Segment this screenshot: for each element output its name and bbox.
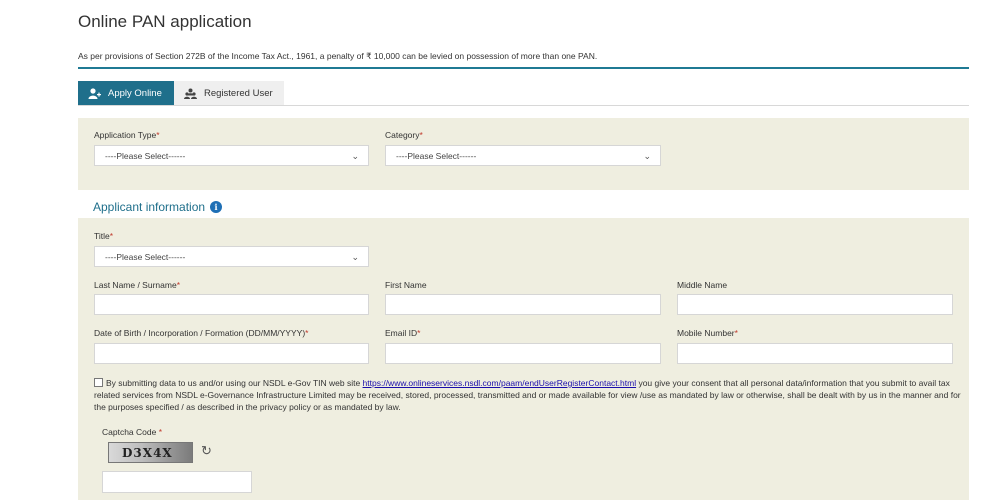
chevron-down-icon: ⌄ <box>351 151 359 161</box>
category-select[interactable]: ----Please Select------ ⌄ <box>385 145 661 166</box>
tab-registered-user[interactable]: Registered User <box>174 81 284 106</box>
application-type-label: Application Type* <box>94 130 160 140</box>
first-name-field[interactable] <box>385 294 661 315</box>
applicant-info-title: Applicant information i <box>93 200 223 214</box>
title-label: Title* <box>94 231 114 241</box>
users-icon <box>184 88 197 99</box>
chevron-down-icon: ⌄ <box>643 151 651 161</box>
title-value: ----Please Select------ <box>105 251 186 262</box>
tab-apply-online-label: Apply Online <box>108 88 162 99</box>
application-type-value: ----Please Select------ <box>105 150 186 161</box>
captcha-image: D3X4X <box>108 442 193 463</box>
middle-name-label: Middle Name <box>677 280 728 290</box>
consent-text: By submitting data to us and/or using ou… <box>94 378 961 412</box>
consent-link[interactable]: https://www.onlineservices.nsdl.com/paam… <box>363 378 637 388</box>
last-name-label: Last Name / Surname* <box>94 280 180 290</box>
category-value: ----Please Select------ <box>396 150 477 161</box>
consent-checkbox[interactable] <box>94 378 103 387</box>
tab-apply-online[interactable]: Apply Online <box>78 81 174 106</box>
dob-label: Date of Birth / Incorporation / Formatio… <box>94 328 309 338</box>
chevron-down-icon: ⌄ <box>351 252 359 262</box>
title-select[interactable]: ----Please Select------ ⌄ <box>94 246 369 267</box>
mobile-label: Mobile Number* <box>677 328 738 338</box>
info-icon[interactable]: i <box>210 201 223 213</box>
email-label: Email ID* <box>385 328 421 338</box>
email-field[interactable] <box>385 343 661 364</box>
penalty-notice: As per provisions of Section 272B of the… <box>78 51 598 61</box>
last-name-field[interactable] <box>94 294 369 315</box>
page-title: Online PAN application <box>78 12 252 31</box>
tab-registered-user-label: Registered User <box>204 88 273 99</box>
middle-name-field[interactable] <box>677 294 953 315</box>
tab-bar: Apply Online Registered User <box>78 81 284 106</box>
title-divider <box>78 67 969 69</box>
dob-field[interactable] <box>94 343 369 364</box>
first-name-label: First Name <box>385 280 427 290</box>
refresh-icon[interactable]: ↻ <box>201 443 212 459</box>
category-label: Category* <box>385 130 423 140</box>
tab-underline <box>78 105 969 106</box>
user-plus-icon <box>88 88 101 99</box>
captcha-field[interactable] <box>102 471 252 493</box>
application-type-select[interactable]: ----Please Select------ ⌄ <box>94 145 369 166</box>
mobile-field[interactable] <box>677 343 953 364</box>
captcha-label: Captcha Code * <box>102 427 163 437</box>
